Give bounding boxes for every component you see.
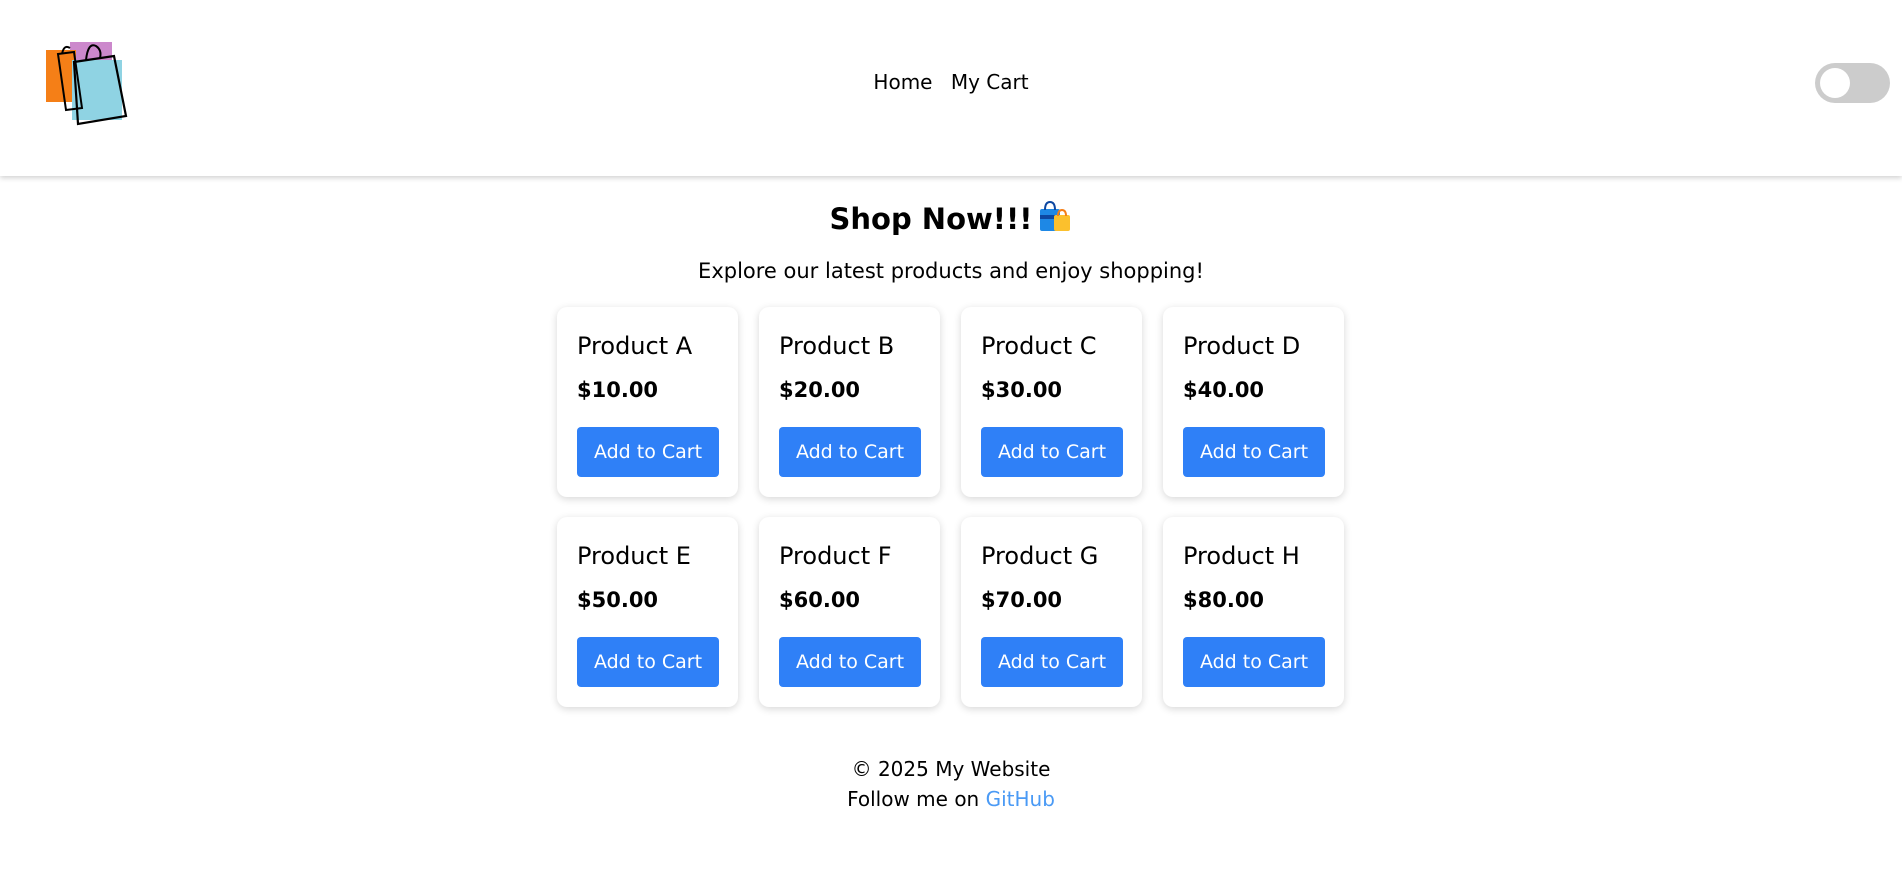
add-to-cart-button[interactable]: Add to Cart (1183, 427, 1325, 477)
product-name: Product H (1183, 542, 1300, 570)
product-card: Product A $10.00 Add to Cart (557, 307, 738, 497)
add-to-cart-button[interactable]: Add to Cart (981, 637, 1123, 687)
product-card: Product C $30.00 Add to Cart (961, 307, 1142, 497)
dark-mode-toggle[interactable] (1815, 63, 1890, 103)
add-to-cart-button[interactable]: Add to Cart (779, 427, 921, 477)
nav-my-cart-link[interactable]: My Cart (951, 68, 1029, 96)
product-card: Product E $50.00 Add to Cart (557, 517, 738, 707)
main-content: Shop Now!!! Explore our latest products … (0, 200, 1902, 286)
page-title: Shop Now!!! (0, 200, 1902, 238)
product-grid: Product A $10.00 Add to Cart Product B $… (0, 286, 1902, 746)
footer-follow-text: Follow me on (847, 787, 980, 811)
page-subtitle: Explore our latest products and enjoy sh… (698, 259, 1204, 283)
product-card: Product G $70.00 Add to Cart (961, 517, 1142, 707)
add-to-cart-button[interactable]: Add to Cart (577, 427, 719, 477)
footer-follow: Follow me on GitHub (0, 784, 1902, 814)
footer: © 2025 My Website Follow me on GitHub (0, 754, 1902, 814)
product-price: $60.00 (779, 588, 861, 612)
github-link[interactable]: GitHub (986, 787, 1055, 811)
toggle-knob (1820, 68, 1850, 98)
product-name: Product D (1183, 332, 1301, 360)
product-name: Product A (577, 332, 693, 360)
product-card: Product B $20.00 Add to Cart (759, 307, 940, 497)
add-to-cart-button[interactable]: Add to Cart (779, 637, 921, 687)
add-to-cart-button[interactable]: Add to Cart (1183, 637, 1325, 687)
product-name: Product G (981, 542, 1099, 570)
product-price: $30.00 (981, 378, 1063, 402)
product-card: Product D $40.00 Add to Cart (1163, 307, 1344, 497)
product-name: Product B (779, 332, 895, 360)
product-price: $80.00 (1183, 588, 1265, 612)
product-name: Product E (577, 542, 691, 570)
product-price: $50.00 (577, 588, 659, 612)
nav-links: Home My Cart (0, 68, 1902, 96)
nav-home-link[interactable]: Home (873, 68, 932, 96)
add-to-cart-button[interactable]: Add to Cart (577, 637, 719, 687)
navbar: Home My Cart (0, 0, 1902, 176)
add-to-cart-button[interactable]: Add to Cart (981, 427, 1123, 477)
product-price: $70.00 (981, 588, 1063, 612)
product-price: $40.00 (1183, 378, 1265, 402)
product-card: Product H $80.00 Add to Cart (1163, 517, 1344, 707)
product-card: Product F $60.00 Add to Cart (759, 517, 940, 707)
footer-copyright: © 2025 My Website (851, 757, 1051, 781)
product-price: $10.00 (577, 378, 659, 402)
product-name: Product F (779, 542, 892, 570)
product-price: $20.00 (779, 378, 861, 402)
product-name: Product C (981, 332, 1097, 360)
page-title-text: Shop Now!!! (829, 202, 1033, 236)
shopping-bags-emoji-icon (1038, 200, 1072, 233)
